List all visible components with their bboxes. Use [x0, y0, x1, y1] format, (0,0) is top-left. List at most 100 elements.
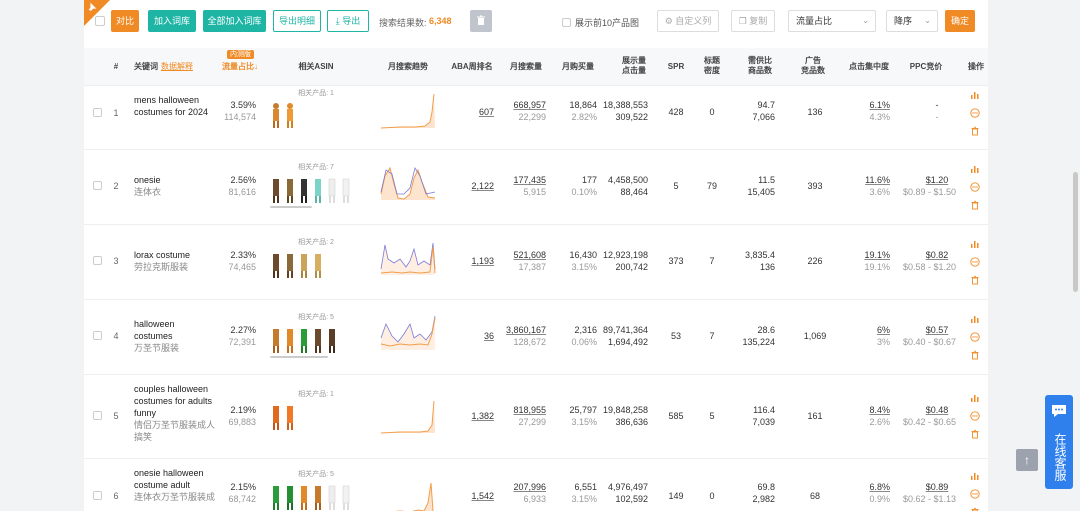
col-aba-rank[interactable]: ABA周排名: [448, 62, 496, 72]
online-service-button[interactable]: 在线客服: [1045, 395, 1073, 489]
trend-sparkline[interactable]: [380, 92, 436, 130]
bar-chart-icon[interactable]: [970, 471, 980, 481]
product-thumb[interactable]: [284, 251, 296, 279]
ppc-value[interactable]: $0.82: [892, 249, 956, 261]
back-to-top-button[interactable]: ↑: [1016, 449, 1038, 471]
monthly-search-value[interactable]: 521,608: [500, 249, 546, 261]
col-title-density[interactable]: 标题 密度: [700, 56, 724, 76]
ppc-value[interactable]: $0.48: [892, 404, 956, 416]
aba-rank-value[interactable]: 36: [484, 331, 494, 341]
col-monthly-purchase[interactable]: 月购买量: [556, 62, 600, 72]
more-icon[interactable]: [970, 108, 980, 118]
add-all-to-library-button[interactable]: 全部加入词库: [203, 10, 266, 32]
col-impressions[interactable]: 展示量 点击量: [612, 56, 656, 76]
bar-chart-icon[interactable]: [970, 90, 980, 100]
page-scrollbar[interactable]: [1073, 172, 1078, 292]
sort-order-select[interactable]: 降序 ⌄: [886, 10, 938, 32]
product-thumb[interactable]: [298, 251, 310, 279]
trash-icon[interactable]: [970, 275, 980, 285]
product-thumb[interactable]: [270, 102, 282, 130]
related-asin-cell[interactable]: 相关产品: 1: [270, 88, 362, 130]
more-icon[interactable]: [970, 332, 980, 342]
col-ad-products[interactable]: 广告 竞品数: [794, 56, 832, 76]
col-click-concentration[interactable]: 点击集中度: [844, 62, 894, 72]
product-thumbs[interactable]: [270, 326, 362, 354]
row-checkbox[interactable]: [93, 256, 102, 265]
product-thumb[interactable]: [340, 483, 352, 511]
keyword-cell[interactable]: halloween costumes 万圣节服装: [134, 318, 216, 354]
product-thumbs[interactable]: [270, 176, 362, 204]
product-thumb[interactable]: [284, 102, 296, 130]
trend-sparkline[interactable]: [380, 397, 436, 435]
product-thumb[interactable]: [284, 326, 296, 354]
monthly-search-value[interactable]: 3,860,167: [500, 324, 546, 336]
col-supply-demand[interactable]: 需供比 商品数: [740, 56, 780, 76]
product-thumbs[interactable]: [270, 251, 362, 279]
related-asin-cell[interactable]: 相关产品: 2: [270, 237, 362, 279]
ppc-value[interactable]: $0.57: [892, 324, 956, 336]
product-thumb[interactable]: [270, 403, 282, 431]
sort-field-select[interactable]: 流量占比 ⌄: [788, 10, 876, 32]
show-top10-toggle[interactable]: 展示前10产品图: [562, 16, 639, 29]
aba-rank-value[interactable]: 1,193: [471, 256, 494, 266]
product-thumb[interactable]: [298, 326, 310, 354]
aba-rank-value[interactable]: 1,382: [471, 411, 494, 421]
aba-rank-value[interactable]: 1,542: [471, 491, 494, 501]
click-concentration-value[interactable]: 19.1%: [854, 249, 890, 261]
keyword-cell[interactable]: mens halloween costumes for 2024: [134, 94, 216, 118]
thumbs-scrollbar[interactable]: [270, 356, 328, 358]
product-thumb[interactable]: [270, 326, 282, 354]
trend-sparkline[interactable]: [380, 477, 436, 511]
copy-button[interactable]: ❐ 复制: [731, 10, 775, 32]
bar-chart-icon[interactable]: [970, 239, 980, 249]
related-asin-cell[interactable]: 相关产品: 7: [270, 162, 362, 208]
select-all-checkbox[interactable]: [95, 16, 105, 26]
add-to-library-button[interactable]: 加入词库: [148, 10, 196, 32]
col-ppc-bid[interactable]: PPC竞价: [904, 62, 948, 72]
trash-icon[interactable]: [970, 429, 980, 439]
product-thumb[interactable]: [284, 483, 296, 511]
export-button[interactable]: ⤓ 导出: [327, 10, 369, 32]
thumbs-scrollbar[interactable]: [270, 206, 312, 208]
product-thumb[interactable]: [312, 176, 324, 204]
row-checkbox[interactable]: [93, 181, 102, 190]
more-icon[interactable]: [970, 411, 980, 421]
click-concentration-value[interactable]: 6%: [854, 324, 890, 336]
aba-rank-value[interactable]: 2,122: [471, 181, 494, 191]
data-explain-link[interactable]: 数据解释: [161, 62, 193, 71]
click-concentration-value[interactable]: 6.8%: [854, 481, 890, 493]
ppc-value[interactable]: $0.89: [892, 481, 956, 493]
ppc-value[interactable]: $1.20: [892, 174, 956, 186]
product-thumb[interactable]: [312, 251, 324, 279]
click-concentration-value[interactable]: 8.4%: [854, 404, 890, 416]
trend-sparkline[interactable]: [380, 164, 436, 202]
bar-chart-icon[interactable]: [970, 164, 980, 174]
monthly-search-value[interactable]: 818,955: [500, 404, 546, 416]
more-icon[interactable]: [970, 257, 980, 267]
compare-button[interactable]: 对比: [111, 10, 139, 32]
col-traffic-share[interactable]: 流量占比↓: [218, 62, 262, 72]
product-thumb[interactable]: [326, 326, 338, 354]
product-thumb[interactable]: [298, 176, 310, 204]
trash-icon[interactable]: [970, 126, 980, 136]
product-thumb[interactable]: [284, 176, 296, 204]
product-thumb[interactable]: [270, 251, 282, 279]
keyword-cell[interactable]: lorax costume 劳拉克斯服装: [134, 249, 216, 273]
keyword-cell[interactable]: onesie 连体衣: [134, 174, 216, 198]
bar-chart-icon[interactable]: [970, 393, 980, 403]
related-asin-cell[interactable]: 相关产品: 1: [270, 389, 362, 431]
product-thumb[interactable]: [270, 483, 282, 511]
trash-icon[interactable]: [970, 350, 980, 360]
monthly-search-value[interactable]: 177,435: [500, 174, 546, 186]
export-detail-button[interactable]: 导出明细: [273, 10, 321, 32]
trend-sparkline[interactable]: [380, 314, 436, 352]
product-thumb[interactable]: [270, 176, 282, 204]
click-concentration-value[interactable]: 11.6%: [854, 174, 890, 186]
row-checkbox[interactable]: [93, 108, 102, 117]
product-thumb[interactable]: [326, 483, 338, 511]
product-thumbs[interactable]: [270, 102, 362, 130]
related-asin-cell[interactable]: 相关产品: 5: [270, 312, 362, 358]
trash-icon[interactable]: [970, 507, 980, 511]
aba-rank-value[interactable]: 607: [479, 107, 494, 117]
more-icon[interactable]: [970, 489, 980, 499]
